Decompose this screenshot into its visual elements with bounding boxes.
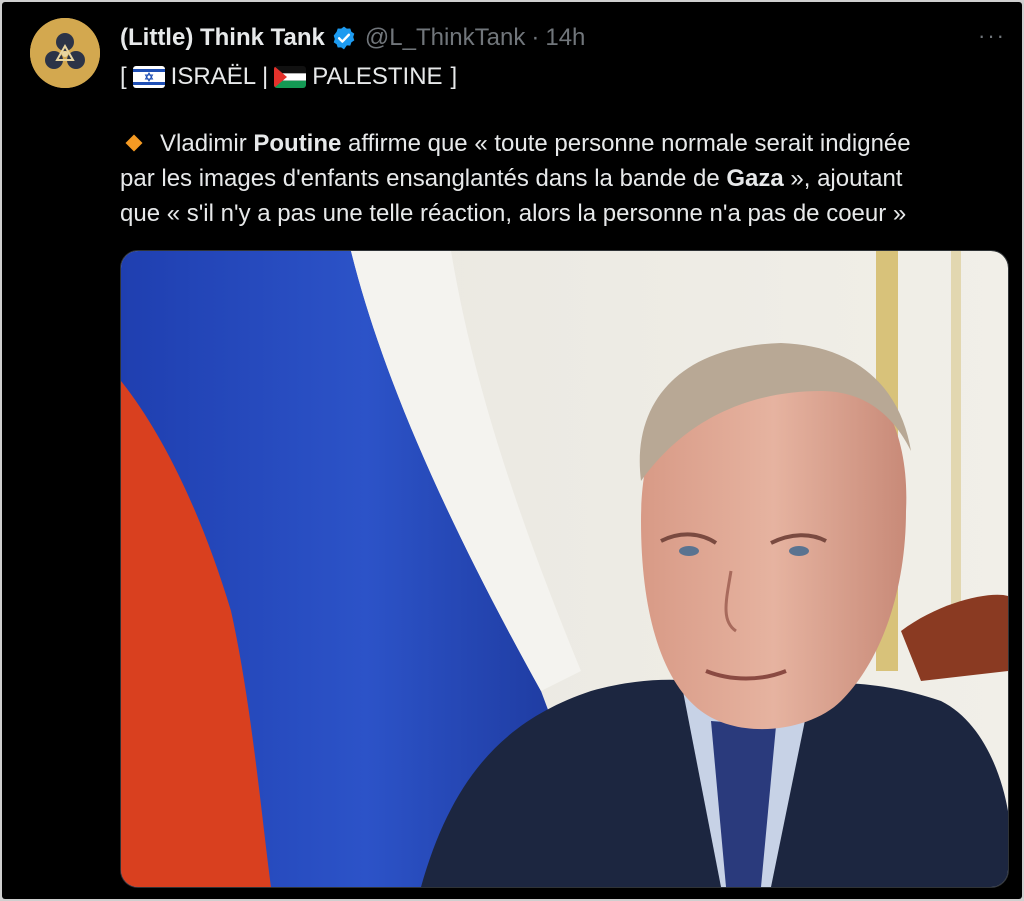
tag-israel: ISRAËL	[170, 63, 257, 90]
tweet-text-line-1: Vladimir Poutine affirme que « toute per…	[120, 126, 1000, 161]
separator-dot: ·	[531, 24, 540, 51]
avatar[interactable]	[30, 18, 100, 88]
more-icon[interactable]: ···	[970, 22, 1014, 50]
israel-flag-icon	[132, 66, 165, 88]
tweet-header: (Little) Think Tank @L_ThinkTank · 14h	[120, 20, 585, 56]
tag-palestine: PALESTINE	[312, 63, 443, 90]
bold-gaza: Gaza	[726, 165, 784, 192]
tweet-text-line-3: que « s'il n'y a pas une telle réaction,…	[120, 200, 907, 227]
tweet-text: Vladimir Poutine affirme que « toute per…	[120, 126, 1000, 231]
tweet-card[interactable]: (Little) Think Tank @L_ThinkTank · 14h ·…	[2, 2, 1022, 899]
palestine-flag-icon	[274, 66, 307, 88]
verified-badge-icon[interactable]	[331, 25, 357, 51]
photo-illustration	[121, 251, 1008, 887]
author-handle[interactable]: @L_ThinkTank	[365, 24, 525, 52]
bold-poutine: Poutine	[253, 130, 342, 157]
bracket-close: ]	[450, 63, 458, 90]
tweet-photo[interactable]	[120, 250, 1009, 888]
tweet-tags-line: [ ISRAËL | PALESTINE ]	[120, 62, 457, 92]
tweet-text-line-2: par les images d'enfants ensanglantés da…	[120, 165, 903, 192]
tweet-timestamp[interactable]: 14h	[545, 24, 585, 52]
tag-divider: |	[262, 63, 269, 90]
bracket-open: [	[120, 63, 127, 90]
author-name[interactable]: (Little) Think Tank	[120, 24, 325, 52]
orange-diamond-icon	[125, 134, 143, 152]
